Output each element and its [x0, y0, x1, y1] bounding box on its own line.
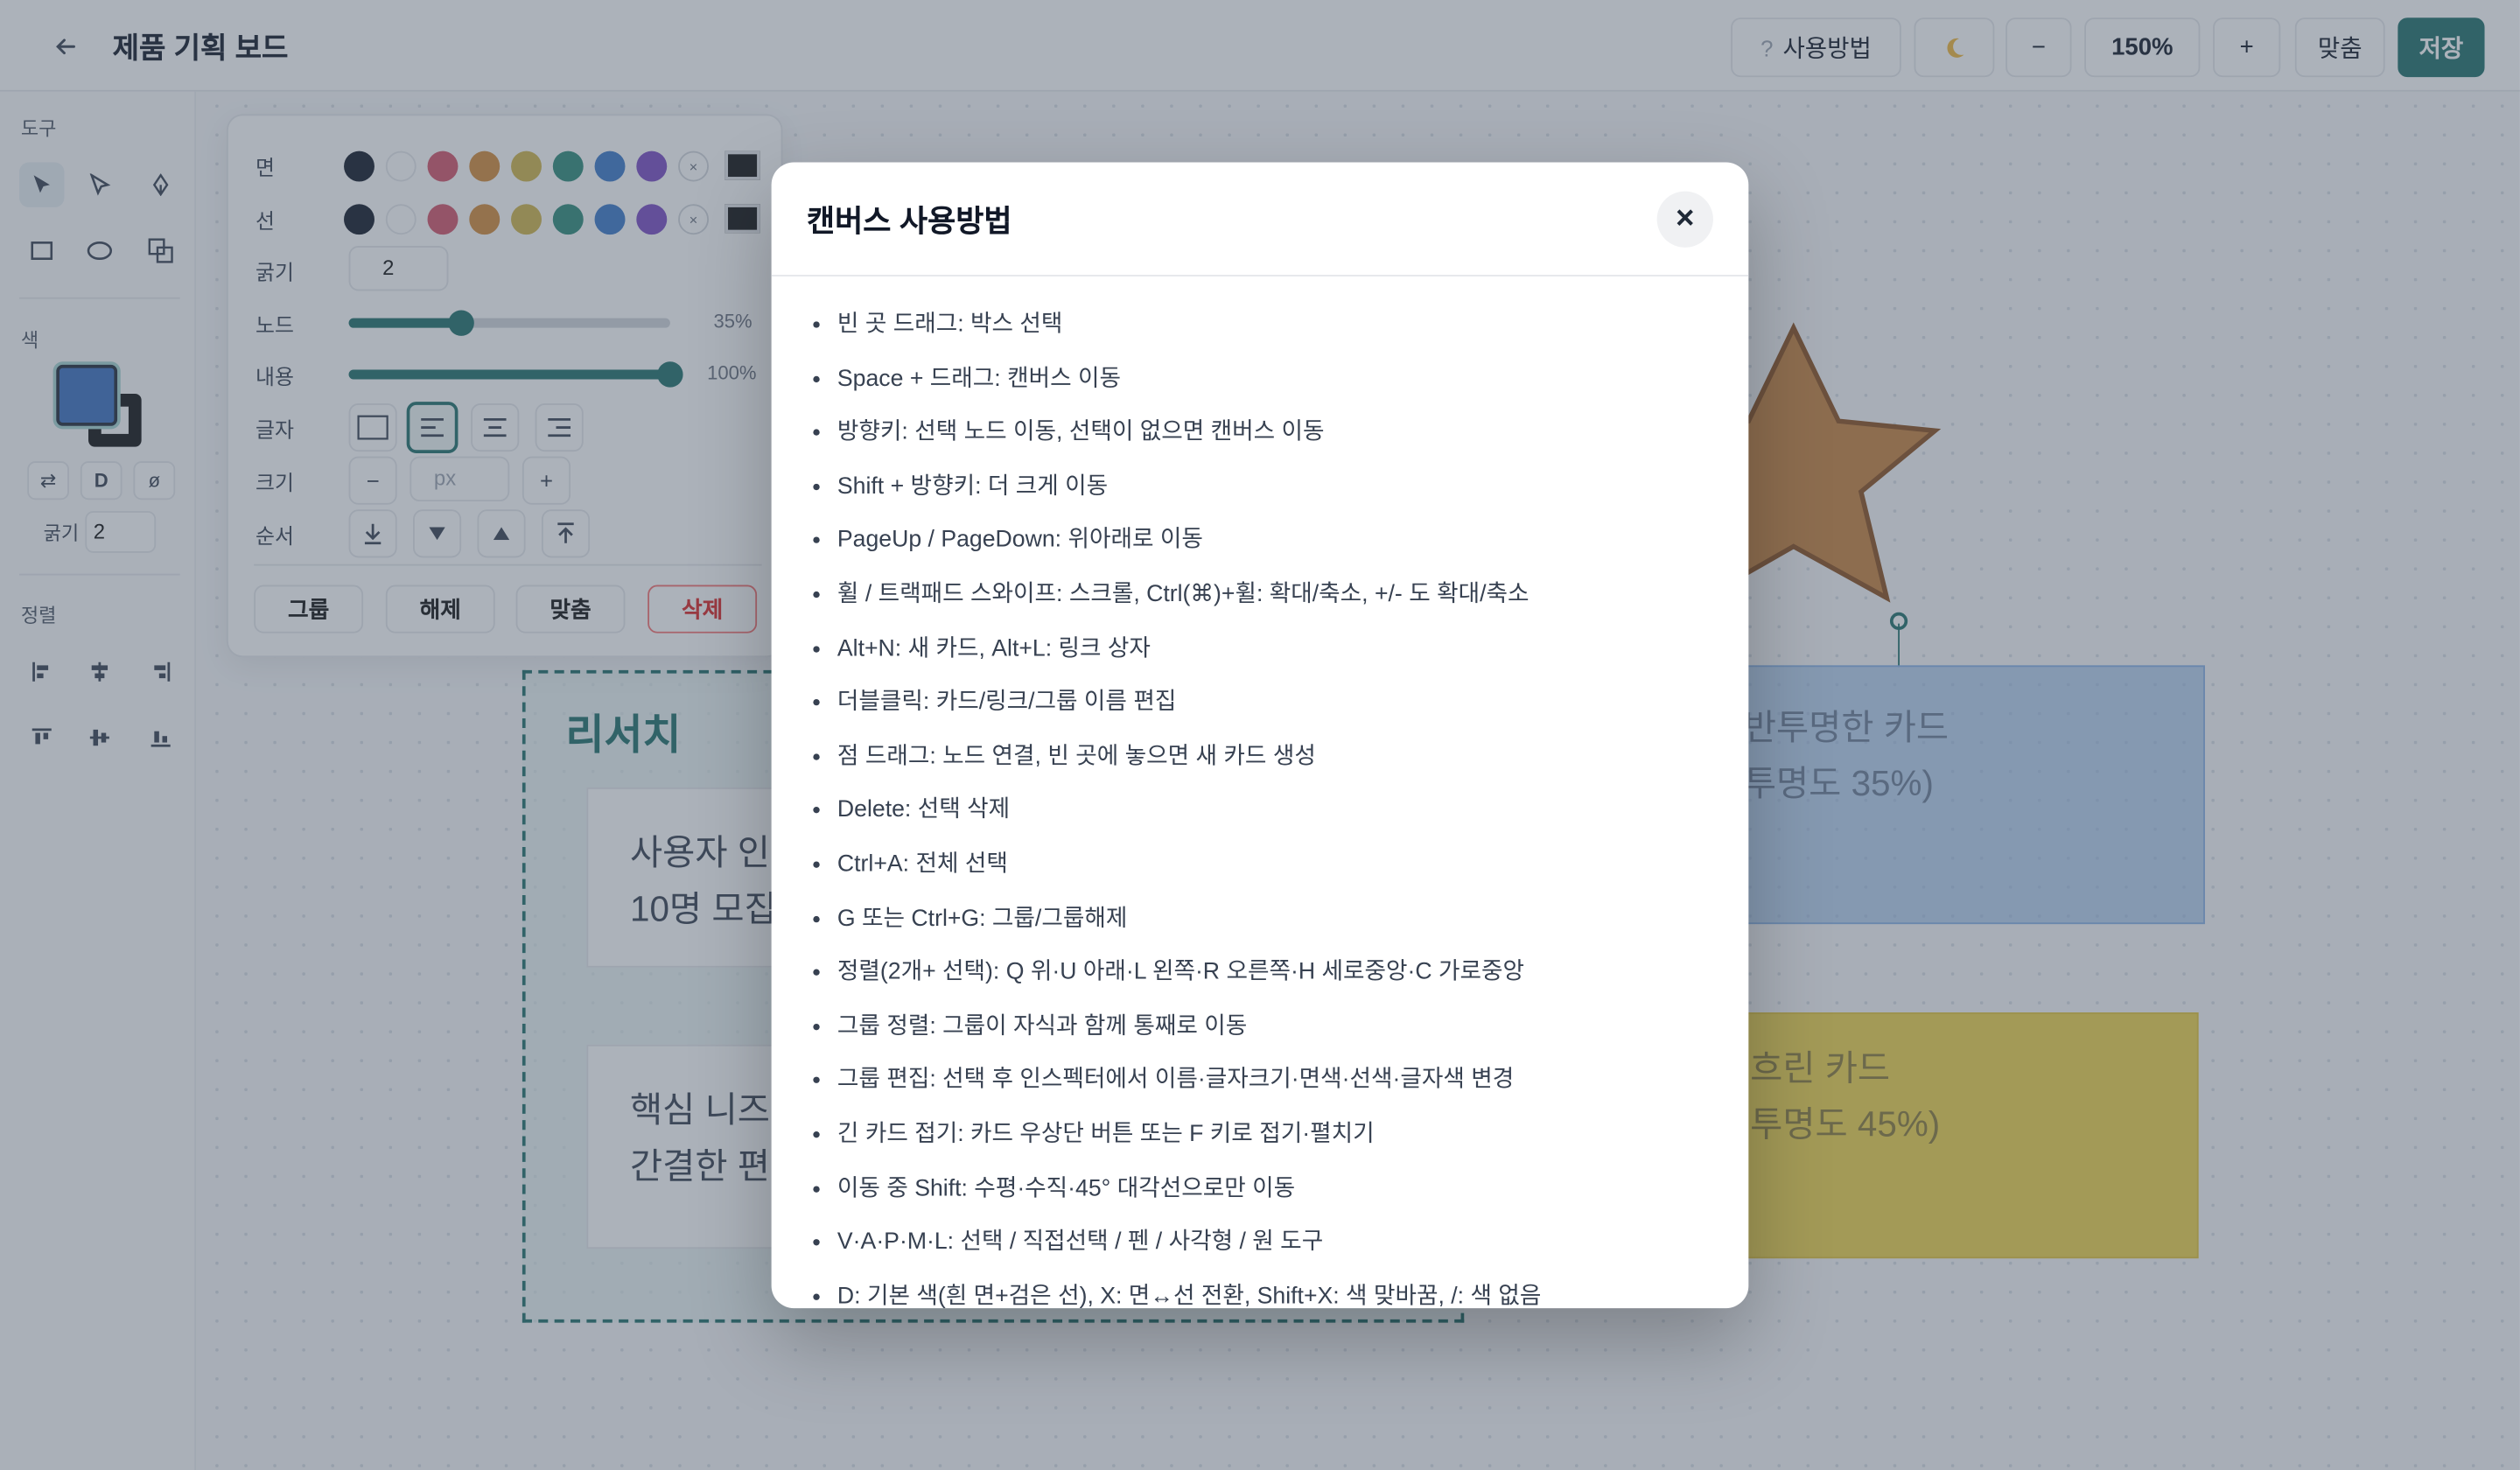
shortcut-item: 휠 / 트랙패드 스와이프: 스크롤, Ctrl(⌘)+휠: 확대/축소, +/…	[837, 572, 1721, 626]
shortcut-item: Delete: 선택 삭제	[837, 788, 1721, 843]
shortcut-item: V·A·P·M·L: 선택 / 직접선택 / 펜 / 사각형 / 원 도구	[837, 1220, 1721, 1274]
shortcut-item: Alt+N: 새 카드, Alt+L: 링크 상자	[837, 626, 1721, 681]
usage-guide-modal: 캔버스 사용방법 × 빈 곳 드래그: 박스 선택Space + 드래그: 캔버…	[771, 162, 1749, 1309]
shortcut-item: 점 드래그: 노드 연결, 빈 곳에 놓으면 새 카드 생성	[837, 734, 1721, 788]
close-button[interactable]: ×	[1656, 191, 1713, 248]
shortcut-item: 더블클릭: 카드/링크/그룹 이름 편집	[837, 680, 1721, 734]
shortcut-item: 정렬(2개+ 선택): Q 위·U 아래·L 왼쪽·R 오른쪽·H 세로중앙·C…	[837, 950, 1721, 1004]
shortcut-item: D: 기본 색(흰 면+검은 선), X: 면↔선 전환, Shift+X: 색…	[837, 1274, 1721, 1308]
shortcut-item: 긴 카드 접기: 카드 우상단 버튼 또는 F 키로 접기·펼치기	[837, 1112, 1721, 1166]
shortcut-item: G 또는 Ctrl+G: 그룹/그룹해제	[837, 896, 1721, 950]
shortcut-item: Space + 드래그: 캔버스 이동	[837, 356, 1721, 410]
shortcut-item: Ctrl+A: 전체 선택	[837, 842, 1721, 896]
shortcut-item: PageUp / PageDown: 위아래로 이동	[837, 518, 1721, 572]
shortcut-item: Shift + 방향키: 더 크게 이동	[837, 464, 1721, 518]
close-icon: ×	[1676, 200, 1695, 236]
shortcut-item: 방향키: 선택 노드 이동, 선택이 없으면 캔버스 이동	[837, 410, 1721, 465]
shortcut-item: 그룹 정렬: 그룹이 자식과 함께 통째로 이동	[837, 1004, 1721, 1058]
app-root: 제품 기획 보드 ? 사용방법 − 150% + 맞춤 저장 리서치 사용자 인…	[0, 0, 2520, 1470]
modal-body[interactable]: 빈 곳 드래그: 박스 선택Space + 드래그: 캔버스 이동방향키: 선택…	[772, 276, 1749, 1308]
modal-header: 캔버스 사용방법 ×	[771, 163, 1749, 276]
shortcut-item: 그룹 편집: 선택 후 인스펙터에서 이름·글자크기·면색·선색·글자색 변경	[837, 1058, 1721, 1112]
modal-title: 캔버스 사용방법	[807, 206, 1012, 240]
shortcut-list: 빈 곳 드래그: 박스 선택Space + 드래그: 캔버스 이동방향키: 선택…	[837, 302, 1721, 1308]
shortcut-item: 빈 곳 드래그: 박스 선택	[837, 302, 1721, 356]
shortcut-item: 이동 중 Shift: 수평·수직·45° 대각선으로만 이동	[837, 1166, 1721, 1221]
